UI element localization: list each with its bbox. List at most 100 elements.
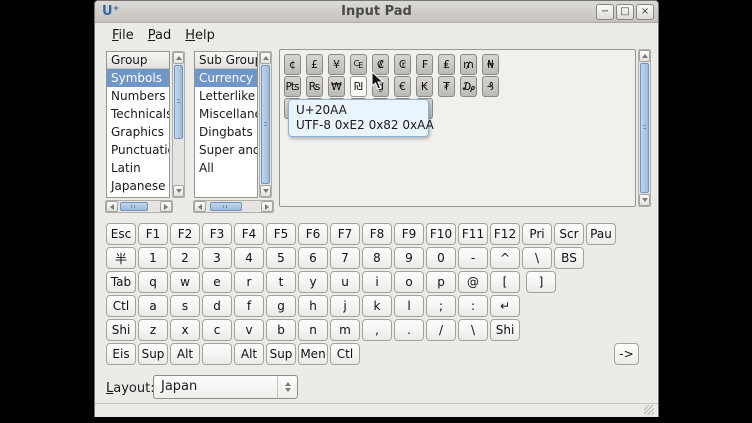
list-item-letterlike[interactable]: Letterlike — [195, 87, 257, 105]
list-item-superands[interactable]: Super and S — [195, 141, 257, 159]
key-f5[interactable]: F5 — [266, 223, 296, 245]
subgroup-header[interactable]: Sub Group — [195, 52, 257, 69]
key-d[interactable]: d — [202, 295, 232, 317]
key-alt[interactable]: Alt — [234, 343, 264, 365]
key-u3b[interactable]: ; — [426, 295, 456, 317]
key-e[interactable]: e — [202, 271, 232, 293]
key-f6[interactable]: F6 — [298, 223, 328, 245]
key-l[interactable]: l — [394, 295, 424, 317]
char-button-ua2[interactable]: ¢ — [284, 54, 301, 75]
key-w[interactable]: w — [170, 271, 200, 293]
list-item-symbols[interactable]: Symbols — [107, 69, 169, 87]
key-y[interactable]: y — [298, 271, 328, 293]
char-button-u20a0[interactable]: ₠ — [350, 54, 367, 75]
scroll-right-icon[interactable] — [160, 201, 172, 212]
key-7[interactable]: 7 — [330, 247, 360, 269]
key-bs[interactable]: BS — [554, 247, 584, 269]
key-n[interactable]: n — [298, 319, 328, 341]
char-button-u20a5[interactable]: ₥ — [460, 54, 477, 75]
key-8[interactable]: 8 — [362, 247, 392, 269]
scroll-down-icon[interactable] — [260, 185, 271, 197]
key-k[interactable]: k — [362, 295, 392, 317]
key-q[interactable]: q — [138, 271, 168, 293]
key-u2e[interactable]: . — [394, 319, 424, 341]
char-button-u20b0[interactable]: ₰ — [482, 76, 499, 97]
key-u2f[interactable]: / — [426, 319, 456, 341]
list-item-latin[interactable]: Latin — [107, 159, 169, 177]
key-5[interactable]: 5 — [266, 247, 296, 269]
key-f9[interactable]: F9 — [394, 223, 424, 245]
key-shi[interactable]: Shi — [106, 319, 136, 341]
list-item-japanese[interactable]: Japanese — [107, 177, 169, 195]
key-u21b5[interactable]: ↵ — [490, 295, 520, 317]
menu-file[interactable]: File — [106, 26, 140, 45]
key-f[interactable]: f — [234, 295, 264, 317]
key-ctl[interactable]: Ctl — [106, 295, 136, 317]
key-pau[interactable]: Pau — [586, 223, 616, 245]
list-item-graphics[interactable]: Graphics — [107, 123, 169, 141]
key-f3[interactable]: F3 — [202, 223, 232, 245]
key-scr[interactable]: Scr — [554, 223, 584, 245]
char-button-u20ac[interactable]: € — [394, 76, 411, 97]
key-u5d[interactable]: ] — [526, 271, 556, 293]
group-header[interactable]: Group — [107, 52, 169, 69]
key-z[interactable]: z — [138, 319, 168, 341]
key-pri[interactable]: Pri — [522, 223, 552, 245]
close-button[interactable]: × — [636, 4, 654, 20]
menu-pad[interactable]: Pad — [142, 26, 177, 45]
char-button-u20a6[interactable]: ₦ — [482, 54, 499, 75]
group-vscrollbar[interactable] — [172, 51, 185, 198]
key-u2d[interactable]: - — [458, 247, 488, 269]
list-item-technicals[interactable]: Technicals — [107, 105, 169, 123]
key-tab[interactable]: Tab — [106, 271, 136, 293]
key-men[interactable]: Men — [298, 343, 328, 365]
scroll-down-icon[interactable] — [639, 194, 650, 206]
subgroup-vscrollbar[interactable] — [259, 51, 272, 198]
char-button-u20af[interactable]: ₯ — [460, 76, 477, 97]
key-6[interactable]: 6 — [298, 247, 328, 269]
key-j[interactable]: j — [330, 295, 360, 317]
scroll-up-icon[interactable] — [639, 50, 650, 62]
group-hscroll-thumb[interactable] — [120, 202, 148, 211]
key-r[interactable]: r — [234, 271, 264, 293]
scroll-left-icon[interactable] — [106, 201, 118, 212]
scroll-up-icon[interactable] — [260, 52, 271, 64]
char-button-u20ae[interactable]: ₮ — [438, 76, 455, 97]
group-vscroll-thumb[interactable] — [174, 65, 183, 139]
scroll-left-icon[interactable] — [194, 201, 206, 212]
charpad-vscroll-thumb[interactable] — [640, 63, 649, 193]
char-button-u20ad[interactable]: ₭ — [416, 76, 433, 97]
key-f10[interactable]: F10 — [426, 223, 456, 245]
key-v[interactable]: v — [234, 319, 264, 341]
list-item-punctuation[interactable]: Punctuation — [107, 141, 169, 159]
key-a[interactable]: a — [138, 295, 168, 317]
char-button-ua5[interactable]: ¥ — [328, 54, 345, 75]
key-i[interactable]: i — [362, 271, 392, 293]
list-item-all[interactable]: All — [195, 159, 257, 177]
char-button-ua3[interactable]: £ — [306, 54, 323, 75]
key-u5e[interactable]: ^ — [490, 247, 520, 269]
maximize-button[interactable]: □ — [616, 4, 634, 20]
key-u5c[interactable]: \ — [458, 319, 488, 341]
key-eis[interactable]: Eis — [106, 343, 136, 365]
key-ctl[interactable]: Ctl — [330, 343, 360, 365]
key-1[interactable]: 1 — [138, 247, 168, 269]
key-shi[interactable]: Shi — [490, 319, 520, 341]
key-f4[interactable]: F4 — [234, 223, 264, 245]
key-sup[interactable]: Sup — [138, 343, 168, 365]
key-o[interactable]: o — [394, 271, 424, 293]
key-u5c[interactable]: \ — [522, 247, 552, 269]
subgroup-hscroll-thumb[interactable] — [210, 202, 242, 211]
key-alt[interactable]: Alt — [170, 343, 200, 365]
key-g[interactable]: g — [266, 295, 296, 317]
key-3[interactable]: 3 — [202, 247, 232, 269]
key-c[interactable]: c — [202, 319, 232, 341]
key-u3a[interactable]: : — [458, 295, 488, 317]
char-button-u20a3[interactable]: ₣ — [416, 54, 433, 75]
key-u2c[interactable]: , — [362, 319, 392, 341]
list-item-dingbats[interactable]: Dingbats — [195, 123, 257, 141]
group-hscrollbar[interactable] — [105, 200, 173, 213]
key-0[interactable]: 0 — [426, 247, 456, 269]
menu-help[interactable]: Help — [179, 26, 221, 45]
key-x[interactable]: x — [170, 319, 200, 341]
